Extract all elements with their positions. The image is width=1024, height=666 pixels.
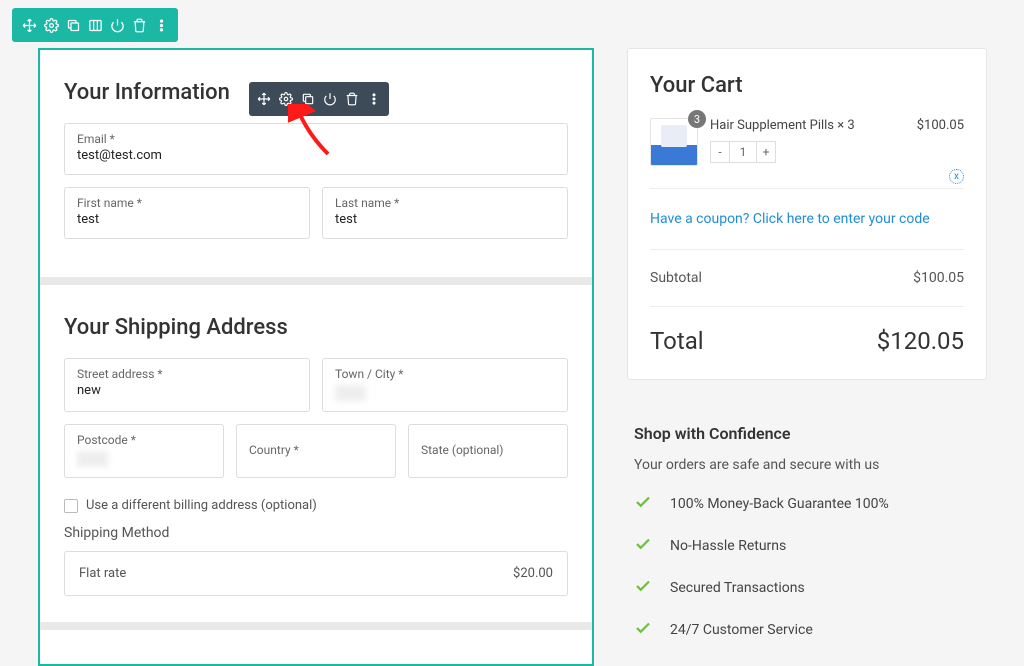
columns-icon[interactable] <box>84 14 106 36</box>
power-icon[interactable] <box>106 14 128 36</box>
checkout-panel: Your Information Email * test@test.com F… <box>38 48 594 666</box>
item-qty-badge: 3 <box>688 110 706 128</box>
duplicate-icon[interactable] <box>62 14 84 36</box>
field-value: test <box>335 212 555 228</box>
last-name-field[interactable]: Last name * test <box>322 187 568 239</box>
confidence-item: 100% Money-Back Guarantee 100% <box>634 493 986 515</box>
gear-icon[interactable] <box>40 14 62 36</box>
subtotal-row: Subtotal $100.05 <box>650 250 964 307</box>
street-address-field[interactable]: Street address * new <box>64 358 310 412</box>
confidence-heading: Shop with Confidence <box>634 424 986 443</box>
cart-panel: Your Cart 3 Hair Supplement Pills × 3 - … <box>627 48 987 380</box>
check-icon <box>634 619 652 641</box>
qty-value: 1 <box>730 141 756 163</box>
shipping-method-name: Flat rate <box>79 566 126 581</box>
item-name: Hair Supplement Pills × 3 <box>710 118 905 133</box>
trash-icon[interactable] <box>341 88 363 110</box>
postcode-field[interactable]: Postcode * <box>64 424 224 478</box>
subtotal-value: $100.05 <box>913 270 964 286</box>
field-label: Last name * <box>335 196 555 210</box>
confidence-item: 24/7 Customer Service <box>634 619 986 641</box>
power-icon[interactable] <box>319 88 341 110</box>
item-price: $100.05 <box>917 118 964 133</box>
field-label: State (optional) <box>421 443 503 457</box>
confidence-text: 100% Money-Back Guarantee 100% <box>670 496 889 512</box>
field-value: new <box>77 383 297 399</box>
confidence-text: No-Hassle Returns <box>670 538 786 554</box>
module-toolbar <box>249 82 389 116</box>
cart-item: 3 Hair Supplement Pills × 3 - 1 + $100.0… <box>650 118 964 189</box>
qty-decrease-button[interactable]: - <box>710 141 730 163</box>
field-value: test <box>77 212 297 228</box>
field-label: Email * <box>77 132 555 146</box>
heading-cart: Your Cart <box>650 73 964 98</box>
qty-increase-button[interactable]: + <box>756 141 776 163</box>
field-label: Country * <box>249 443 299 457</box>
field-label: First name * <box>77 196 297 210</box>
check-icon <box>634 577 652 599</box>
country-field[interactable]: Country * <box>236 424 396 478</box>
shipping-method-option[interactable]: Flat rate $20.00 <box>64 551 568 596</box>
checkbox-label: Use a different billing address (optiona… <box>86 498 317 513</box>
total-row: Total $120.05 <box>650 307 964 355</box>
field-value <box>335 385 366 401</box>
email-field[interactable]: Email * test@test.com <box>64 123 568 175</box>
confidence-text: 24/7 Customer Service <box>670 622 813 638</box>
total-label: Total <box>650 327 704 355</box>
field-label: Town / City * <box>335 367 555 381</box>
total-value: $120.05 <box>877 327 964 355</box>
confidence-block: Shop with Confidence Your orders are saf… <box>634 424 986 661</box>
move-icon[interactable] <box>253 88 275 110</box>
section-shipping-address: Your Shipping Address Street address * n… <box>40 285 592 630</box>
confidence-sub: Your orders are safe and secure with us <box>634 457 986 473</box>
shipping-method-label: Shipping Method <box>64 525 568 541</box>
confidence-item: No-Hassle Returns <box>634 535 986 557</box>
state-field[interactable]: State (optional) <box>408 424 568 478</box>
shipping-method-price: $20.00 <box>513 566 553 581</box>
check-icon <box>634 535 652 557</box>
remove-item-icon[interactable]: x <box>949 169 964 184</box>
item-thumbnail-wrap: 3 <box>650 118 698 166</box>
check-icon <box>634 493 652 515</box>
heading-shipping: Your Shipping Address <box>64 315 568 340</box>
field-value <box>77 451 108 467</box>
confidence-text: Secured Transactions <box>670 580 805 596</box>
trash-icon[interactable] <box>128 14 150 36</box>
checkbox-icon <box>64 499 78 513</box>
section-toolbar <box>12 8 178 42</box>
more-icon[interactable] <box>150 14 172 36</box>
town-city-field[interactable]: Town / City * <box>322 358 568 412</box>
coupon-link[interactable]: Have a coupon? Click here to enter your … <box>650 211 930 227</box>
field-value: test@test.com <box>77 148 555 164</box>
field-label: Street address * <box>77 367 297 381</box>
field-label: Postcode * <box>77 433 211 447</box>
gear-icon[interactable] <box>275 88 297 110</box>
more-icon[interactable] <box>363 88 385 110</box>
quantity-stepper: - 1 + <box>710 141 905 163</box>
duplicate-icon[interactable] <box>297 88 319 110</box>
first-name-field[interactable]: First name * test <box>64 187 310 239</box>
item-text: Hair Supplement Pills × 3 - 1 + <box>710 118 905 163</box>
confidence-item: Secured Transactions <box>634 577 986 599</box>
subtotal-label: Subtotal <box>650 270 702 286</box>
coupon-link-row: Have a coupon? Click here to enter your … <box>650 189 964 250</box>
different-billing-checkbox[interactable]: Use a different billing address (optiona… <box>64 498 568 513</box>
move-icon[interactable] <box>18 14 40 36</box>
